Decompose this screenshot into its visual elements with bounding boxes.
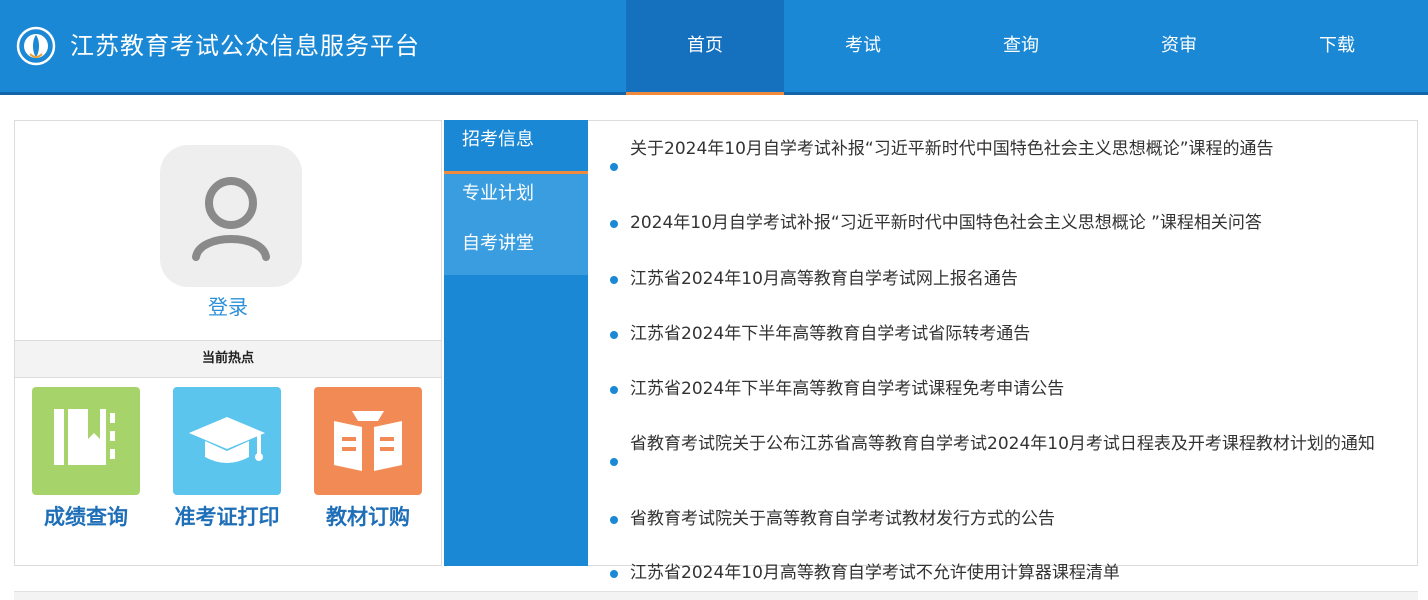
tab-self-study-lecture[interactable]: 自考讲堂 (444, 224, 588, 274)
textbook-order-button[interactable]: 教材订购 (314, 387, 422, 531)
admission-ticket-button[interactable]: 准考证打印 (173, 387, 281, 531)
bottom-section-bar (14, 591, 1418, 600)
nav-download[interactable]: 下载 (1258, 0, 1416, 92)
nav-exam[interactable]: 考试 (784, 0, 942, 92)
category-tabs: 招考信息 专业计划 自考讲堂 (444, 120, 588, 566)
news-item[interactable]: 江苏省2024年10月高等教育自学考试不允许使用计算器课程清单 (610, 565, 1390, 582)
news-item[interactable]: 江苏省2024年10月高等教育自学考试网上报名通告 (610, 271, 1390, 288)
avatar[interactable] (160, 145, 302, 287)
login-link[interactable]: 登录 (15, 291, 441, 320)
news-item[interactable]: 省教育考试院关于公布江苏省高等教育自学考试2024年10月考试日程表及开考课程教… (610, 436, 1390, 466)
site-logo-icon[interactable] (16, 26, 56, 66)
site-title[interactable]: 江苏教育考试公众信息服务平台 (70, 28, 420, 64)
book-icon (32, 387, 140, 495)
news-item[interactable]: 省教育考试院关于高等教育自学考试教材发行方式的公告 (610, 511, 1390, 528)
graduation-cap-icon (173, 387, 281, 495)
main-nav: 首页 考试 查询 资审 下载 (626, 0, 1416, 95)
user-avatar-icon (192, 177, 270, 261)
tab-major-plan[interactable]: 专业计划 (444, 174, 588, 224)
tab-recruitment-info[interactable]: 招考信息 (444, 120, 588, 174)
admission-ticket-label: 准考证打印 (174, 505, 280, 529)
news-item[interactable]: 关于2024年10月自学考试补报“习近平新时代中国特色社会主义思想概论”课程的通… (610, 141, 1390, 171)
score-query-label: 成绩查询 (44, 505, 128, 529)
news-item[interactable]: 江苏省2024年下半年高等教育自学考试课程免考申请公告 (610, 381, 1390, 398)
news-item[interactable]: 2024年10月自学考试补报“习近平新时代中国特色社会主义思想概论 ”课程相关问… (610, 215, 1390, 232)
site-header: 江苏教育考试公众信息服务平台 首页 考试 查询 资审 下载 (0, 0, 1428, 95)
score-query-button[interactable]: 成绩查询 (32, 387, 140, 531)
user-panel: 登录 当前热点 成绩查询 准考证打印 教材订购 (14, 120, 442, 566)
nav-review[interactable]: 资审 (1100, 0, 1258, 92)
nav-home[interactable]: 首页 (626, 0, 784, 95)
textbook-order-label: 教材订购 (326, 505, 410, 529)
news-list: 关于2024年10月自学考试补报“习近平新时代中国特色社会主义思想概论”课程的通… (588, 120, 1418, 582)
news-item[interactable]: 江苏省2024年下半年高等教育自学考试省际转考通告 (610, 326, 1390, 343)
hot-topics-title: 当前热点 (15, 340, 441, 378)
nav-query[interactable]: 查询 (942, 0, 1100, 92)
textbook-icon (314, 387, 422, 495)
